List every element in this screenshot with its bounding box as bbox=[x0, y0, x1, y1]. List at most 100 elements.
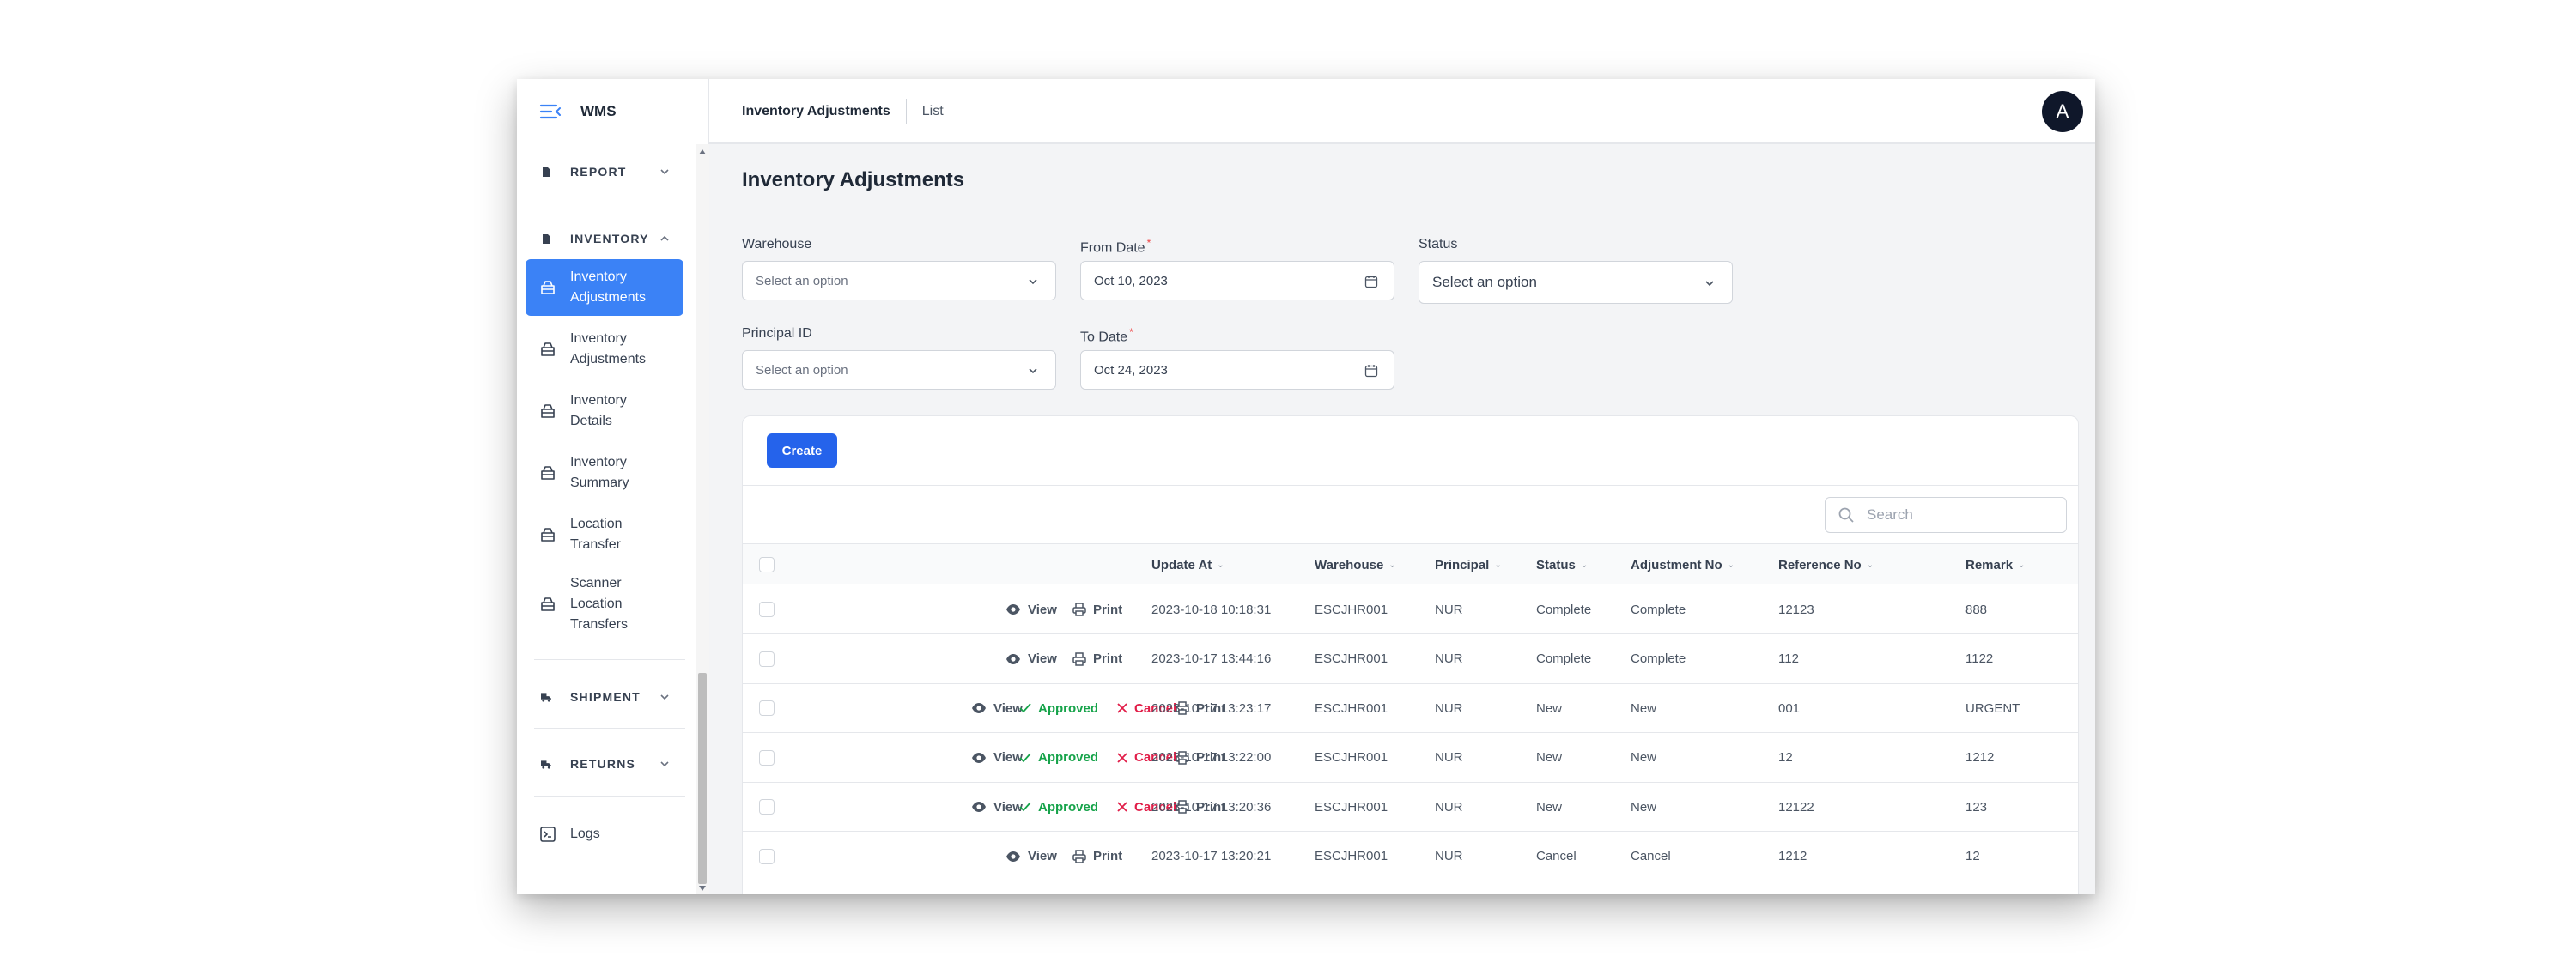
column-header-reference-no[interactable]: Reference No ⌄ bbox=[1778, 544, 1874, 585]
action-label: View bbox=[993, 700, 1023, 716]
row-checkbox[interactable] bbox=[759, 651, 775, 667]
print-action-button[interactable]: Print bbox=[1072, 634, 1122, 684]
search-input[interactable]: Search bbox=[1825, 497, 2067, 533]
sort-icon: ⌄ bbox=[1580, 560, 1589, 570]
cell-remark: URGENT bbox=[1965, 700, 2020, 716]
approved-action-button[interactable]: Approved bbox=[1019, 782, 1098, 832]
nav-section-returns[interactable]: RETURNS bbox=[517, 745, 696, 783]
from-date-label-text: From Date bbox=[1080, 240, 1145, 256]
cell-adjustment-no: New bbox=[1631, 750, 1657, 765]
print-action-button[interactable]: Print bbox=[1072, 584, 1122, 634]
sidebar-scrollbar[interactable] bbox=[696, 144, 709, 894]
sidebar-item-scanner-location-transfers[interactable]: Scanner Location Transfers bbox=[526, 570, 683, 639]
column-header-label: Adjustment No bbox=[1631, 557, 1722, 572]
avatar[interactable]: A bbox=[2042, 91, 2083, 132]
column-header-remark[interactable]: Remark ⌄ bbox=[1965, 544, 2025, 585]
box-icon bbox=[541, 528, 555, 542]
calendar-icon[interactable] bbox=[1364, 364, 1378, 378]
from-date-input[interactable]: Oct 10, 2023 bbox=[1080, 261, 1394, 300]
create-button[interactable]: Create bbox=[767, 433, 837, 468]
table-row: View Print 2023-10-17 13:20:21 ESCJHR001 NUR… bbox=[743, 832, 2078, 881]
sidebar-item-logs[interactable]: Logs bbox=[526, 812, 683, 857]
row-checkbox[interactable] bbox=[759, 749, 775, 766]
search-icon bbox=[1838, 507, 1854, 523]
cell-update-at: 2023-10-17 13:22:00 bbox=[1151, 750, 1272, 765]
nav-section-inventory[interactable]: INVENTORY bbox=[517, 220, 696, 257]
truck-icon bbox=[541, 758, 551, 770]
sidebar-item-label: Inventory Details bbox=[570, 393, 627, 428]
cell-adjustment-no: Complete bbox=[1631, 651, 1686, 666]
from-date-value: Oct 10, 2023 bbox=[1094, 273, 1168, 288]
cell-remark: 1212 bbox=[1965, 750, 1995, 765]
chevron-down-icon bbox=[660, 694, 669, 700]
cell-reference-no: 12122 bbox=[1778, 799, 1814, 815]
cell-status: Complete bbox=[1536, 651, 1592, 666]
sidebar-item-label: Inventory Adjustments bbox=[570, 331, 647, 366]
table-row: View Approved Cancel Print 2023-10-17 13:23:… bbox=[743, 683, 2078, 733]
sidebar-collapse-icon[interactable] bbox=[539, 102, 562, 121]
sort-icon: ⌄ bbox=[2018, 560, 2026, 570]
nav-section-label: REPORT bbox=[570, 165, 627, 179]
eye-icon bbox=[971, 752, 993, 764]
sidebar-item-inventory-adjustments[interactable]: Inventory Adjustments bbox=[526, 259, 683, 316]
box-icon bbox=[541, 597, 555, 611]
page-title: Inventory Adjustments bbox=[742, 168, 965, 191]
calendar-icon[interactable] bbox=[1364, 275, 1378, 288]
sidebar-item-inventory-details[interactable]: Inventory Details bbox=[526, 383, 683, 439]
print-action-button[interactable]: Print bbox=[1072, 832, 1122, 881]
approved-action-button[interactable]: Approved bbox=[1019, 683, 1098, 733]
cell-warehouse: ESCJHR001 bbox=[1315, 700, 1388, 716]
table-header: Update At ⌄ Warehouse ⌄ Principal ⌄ Status ⌄… bbox=[743, 543, 2078, 585]
view-action-button[interactable]: View bbox=[971, 683, 1023, 733]
row-checkbox[interactable] bbox=[759, 602, 775, 617]
column-header-warehouse[interactable]: Warehouse ⌄ bbox=[1315, 544, 1396, 585]
nav-section-shipment[interactable]: SHIPMENT bbox=[517, 678, 696, 716]
sidebar-item-inventory-adjustments-2[interactable]: Inventory Adjustments bbox=[526, 321, 683, 378]
action-label: View bbox=[993, 750, 1023, 765]
warehouse-select[interactable]: Select an option bbox=[742, 261, 1056, 300]
cell-adjustment-no: New bbox=[1631, 700, 1657, 716]
cell-principal: NUR bbox=[1435, 602, 1463, 617]
sort-icon: ⌄ bbox=[1727, 560, 1735, 570]
status-label-text: Status bbox=[1419, 237, 1458, 251]
nav-section-report[interactable]: REPORT bbox=[517, 153, 696, 191]
column-header-principal[interactable]: Principal ⌄ bbox=[1435, 544, 1502, 585]
row-checkbox[interactable] bbox=[759, 799, 775, 815]
sort-icon: ⌄ bbox=[1388, 560, 1396, 570]
to-date-value: Oct 24, 2023 bbox=[1094, 362, 1168, 378]
view-action-button[interactable]: View bbox=[971, 782, 1023, 832]
column-header-update-at[interactable]: Update At ⌄ bbox=[1151, 544, 1224, 585]
x-icon bbox=[1117, 703, 1134, 713]
sidebar-item-location-transfer[interactable]: Location Transfer bbox=[526, 506, 683, 563]
warehouse-label: Warehouse bbox=[742, 237, 811, 252]
row-checkbox[interactable] bbox=[759, 848, 775, 864]
column-header-status[interactable]: Status ⌄ bbox=[1536, 544, 1588, 585]
view-action-button[interactable]: View bbox=[1005, 584, 1057, 634]
approved-action-button[interactable]: Approved bbox=[1019, 733, 1098, 783]
breadcrumb-current[interactable]: Inventory Adjustments bbox=[742, 104, 890, 119]
action-label: Approved bbox=[1038, 799, 1099, 815]
column-header-label: Remark bbox=[1965, 557, 2014, 572]
select-all-checkbox[interactable] bbox=[759, 557, 775, 572]
eye-icon bbox=[1005, 603, 1028, 615]
principal-select[interactable]: Select an option bbox=[742, 350, 1056, 390]
status-select[interactable]: Select an option bbox=[1419, 261, 1733, 304]
view-action-button[interactable]: View bbox=[1005, 832, 1057, 881]
breadcrumb-separator bbox=[905, 99, 907, 124]
scroll-down-icon[interactable] bbox=[699, 886, 706, 891]
to-date-input[interactable]: Oct 24, 2023 bbox=[1080, 350, 1394, 390]
cell-reference-no: 12 bbox=[1778, 750, 1793, 765]
sidebar-item-inventory-summary[interactable]: Inventory Summary bbox=[526, 445, 683, 501]
scrollbar-thumb[interactable] bbox=[698, 673, 707, 884]
scroll-up-icon[interactable] bbox=[699, 149, 706, 154]
nav-divider bbox=[534, 659, 685, 660]
row-checkbox[interactable] bbox=[759, 700, 775, 716]
box-icon bbox=[541, 404, 555, 418]
view-action-button[interactable]: View bbox=[1005, 634, 1057, 684]
check-icon bbox=[1019, 752, 1038, 763]
column-header-adjustment-no[interactable]: Adjustment No ⌄ bbox=[1631, 544, 1735, 585]
cell-reference-no: 001 bbox=[1778, 700, 1801, 716]
box-icon bbox=[541, 342, 555, 356]
view-action-button[interactable]: View bbox=[971, 733, 1023, 783]
cell-adjustment-no: Complete bbox=[1631, 602, 1686, 617]
